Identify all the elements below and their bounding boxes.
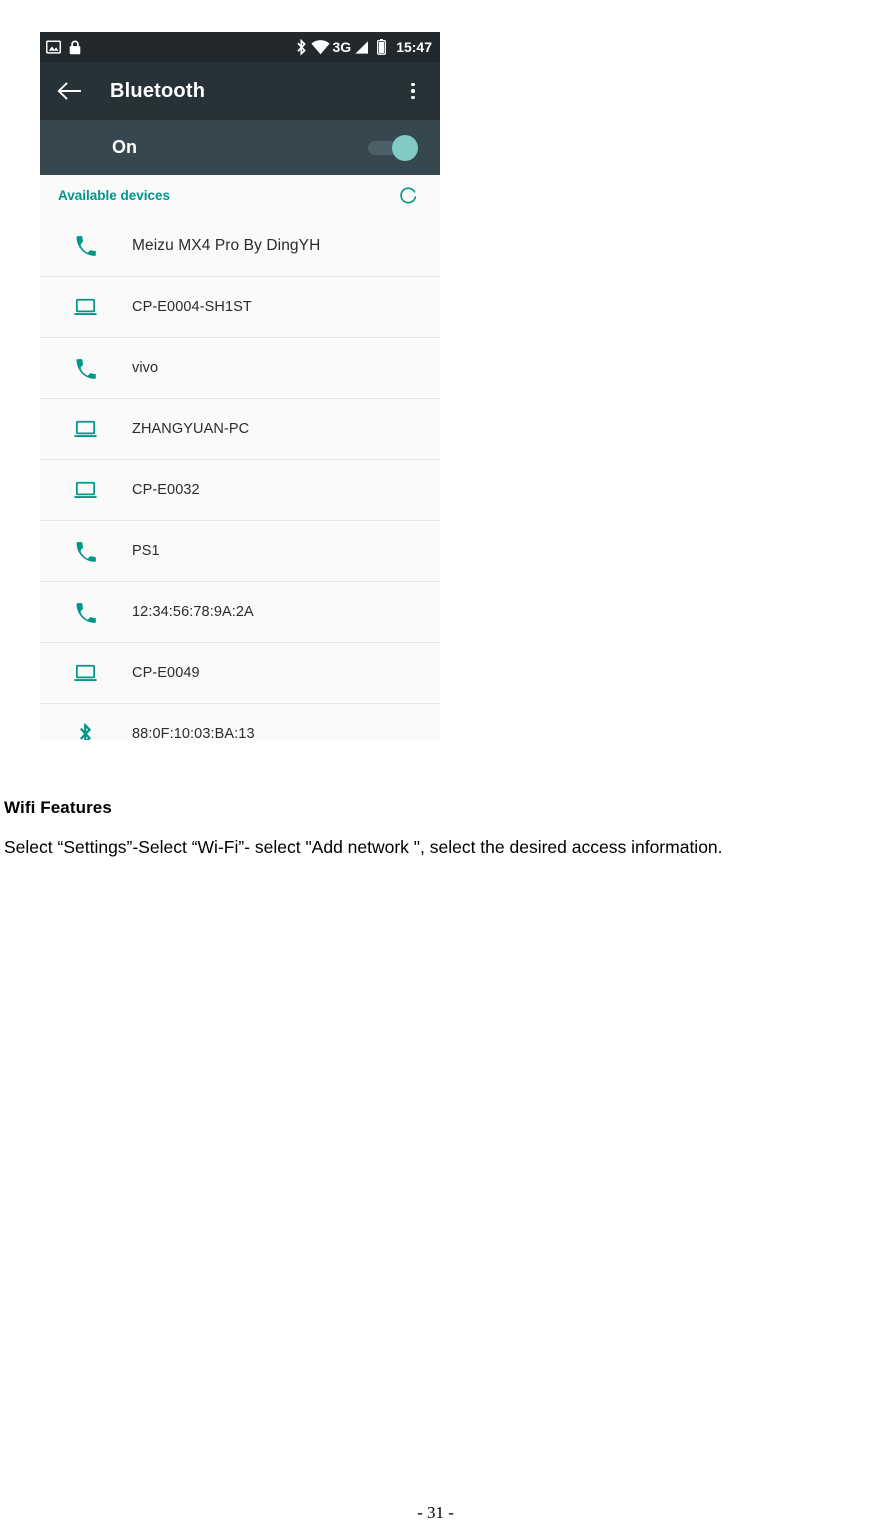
status-bar-right-icons: 3G 15:47 [296, 38, 432, 56]
overflow-menu-icon[interactable] [402, 79, 424, 103]
available-devices-list: Meizu MX4 Pro By DingYH CP-E0004-SH1ST v… [40, 215, 440, 740]
bluetooth-state-label: On [112, 137, 137, 157]
section-paragraph: Select “Settings”-Select “Wi-Fi”- select… [4, 837, 723, 857]
bluetooth-icon [296, 38, 307, 56]
status-bar-clock: 15:47 [396, 39, 432, 55]
device-name: CP-E0032 [132, 482, 200, 498]
laptop-icon [68, 420, 102, 439]
phone-icon [68, 358, 102, 379]
laptop-icon [68, 664, 102, 683]
list-item[interactable]: CP-E0032 [40, 459, 440, 520]
page-number: - 31 - [417, 1503, 454, 1522]
status-bar: 3G 15:47 [40, 32, 440, 62]
screenshot-icon [46, 40, 61, 54]
lock-icon [69, 40, 81, 55]
network-type-label: 3G [332, 39, 352, 55]
phone-icon [68, 602, 102, 623]
page-title: Bluetooth [110, 79, 206, 102]
wifi-icon [310, 39, 330, 55]
laptop-icon [68, 298, 102, 317]
bluetooth-switch[interactable] [368, 134, 418, 161]
list-item[interactable]: CP-E0049 [40, 642, 440, 703]
available-devices-header: Available devices [40, 175, 440, 215]
document-body: Wifi Features Select “Settings”-Select “… [4, 798, 834, 860]
status-bar-left-icons [46, 40, 81, 55]
phone-screenshot: 3G 15:47 Bluetooth On Available devices … [40, 32, 440, 740]
device-name: Meizu MX4 Pro By DingYH [132, 236, 321, 254]
switch-thumb [392, 134, 418, 161]
available-devices-label: Available devices [58, 187, 171, 203]
list-item[interactable]: PS1 [40, 520, 440, 581]
phone-icon [68, 235, 102, 256]
list-item[interactable]: Meizu MX4 Pro By DingYH [40, 215, 440, 276]
device-name: vivo [132, 360, 159, 376]
list-item[interactable]: CP-E0004-SH1ST [40, 276, 440, 337]
signal-icon [354, 40, 369, 55]
device-name: CP-E0004-SH1ST [132, 299, 252, 315]
back-arrow-icon[interactable] [56, 78, 82, 104]
device-name: ZHANGYUAN-PC [132, 421, 250, 437]
device-name: PS1 [132, 543, 160, 559]
section-heading: Wifi Features [4, 798, 112, 817]
list-item[interactable]: vivo [40, 337, 440, 398]
list-item[interactable]: 12:34:56:78:9A:2A [40, 581, 440, 642]
bluetooth-icon [68, 723, 102, 740]
laptop-icon [68, 481, 102, 500]
list-item[interactable]: 88:0F:10:03:BA:13 [40, 703, 440, 740]
list-item[interactable]: ZHANGYUAN-PC [40, 398, 440, 459]
scanning-spinner-icon[interactable] [398, 185, 418, 205]
device-name: CP-E0049 [132, 665, 200, 681]
app-bar: Bluetooth [40, 62, 440, 120]
device-name: 12:34:56:78:9A:2A [132, 604, 254, 620]
device-name: 88:0F:10:03:BA:13 [132, 726, 255, 740]
phone-icon [68, 541, 102, 562]
bluetooth-toggle-row[interactable]: On [40, 120, 440, 175]
battery-icon [377, 39, 387, 55]
